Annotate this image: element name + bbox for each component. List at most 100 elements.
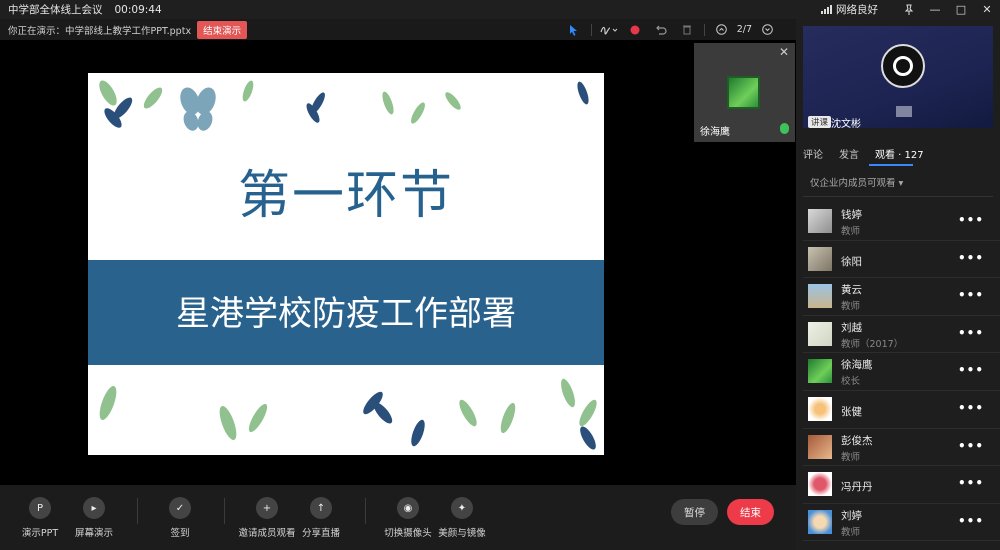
list-item[interactable]: 徐阳 ••• <box>803 241 1000 279</box>
page-indicator: 2/7 <box>736 24 752 35</box>
beauty-mirror-label: 美颜与镜像 <box>438 528 486 539</box>
avatar <box>808 284 832 309</box>
avatar <box>808 321 832 346</box>
member-name: 刘婷 <box>841 509 862 522</box>
check-icon: ✓ <box>169 497 191 519</box>
avatar <box>808 246 832 271</box>
speaker-name: 徐海鹰 <box>700 127 730 138</box>
ppt-icon: P <box>29 497 51 519</box>
list-item[interactable]: 冯丹丹 ••• <box>803 466 1000 504</box>
check-in-label: 签到 <box>170 528 190 539</box>
divider <box>803 196 993 197</box>
sparkle-icon: ✦ <box>451 497 473 519</box>
tab-comments[interactable]: 评论 <box>803 146 823 161</box>
list-item[interactable]: 刘越 教师（2017） ••• <box>803 316 1000 354</box>
more-options-button[interactable]: ••• <box>958 326 984 340</box>
prev-page-icon[interactable] <box>709 19 735 40</box>
list-item[interactable]: 黄云 教师 ••• <box>803 278 1000 316</box>
toolbar-separator <box>224 498 225 524</box>
slide-heading: 第一环节 <box>237 166 454 226</box>
more-options-button[interactable]: ••• <box>958 439 984 453</box>
meeting-window: 中学部全体线上会议 00:09:44 网络良好 — □ ✕ 你正在演示：中学部线… <box>0 0 1000 550</box>
member-role: 校长 <box>841 376 861 388</box>
panel-tabs: 评论 发言 观看 · 127 <box>803 146 940 161</box>
list-item[interactable]: 刘婷 教师 ••• <box>803 504 1000 542</box>
member-role: 教师 <box>841 301 861 313</box>
member-role: 教师（2017） <box>841 338 904 350</box>
close-window-button[interactable]: ✕ <box>974 0 1000 19</box>
toolbar-separator <box>365 498 366 524</box>
avatar <box>808 434 832 459</box>
minimize-button[interactable]: — <box>922 0 948 19</box>
active-tab-indicator <box>869 164 913 166</box>
share-live-button[interactable]: ↑ 分享直播 <box>286 497 356 539</box>
more-options-button[interactable]: ••• <box>958 213 984 227</box>
pointer-icon[interactable] <box>561 19 587 40</box>
avatar <box>808 472 832 497</box>
beauty-mirror-button[interactable]: ✦ 美颜与镜像 <box>427 497 497 539</box>
speaker-avatar <box>727 76 760 109</box>
toolbar-divider <box>590 23 592 36</box>
camera-off-icon <box>896 106 912 117</box>
screen-share-label: 屏幕演示 <box>74 528 113 539</box>
share-live-label: 分享直播 <box>301 528 340 539</box>
more-options-button[interactable]: ••• <box>958 288 984 302</box>
speaker-thumbnail[interactable]: ✕ 徐海鹰 <box>694 43 795 142</box>
maximize-button[interactable]: □ <box>948 0 974 19</box>
member-name: 刘越 <box>841 321 862 334</box>
switch-camera-label: 切换摄像头 <box>384 528 432 539</box>
more-options-button[interactable]: ••• <box>958 476 984 490</box>
tab-viewers[interactable]: 观看 · 127 <box>875 146 924 161</box>
color-dot-icon[interactable] <box>622 19 648 40</box>
presentation-bar: 你正在演示：中学部线上教学工作PPT.pptx 结束演示 2/7 <box>0 19 796 40</box>
member-role: 教师 <box>841 526 861 538</box>
list-item[interactable]: 彭俊杰 教师 ••• <box>803 429 1000 467</box>
viewer-permission-dropdown[interactable]: 仅企业内成员可观看 ▾ <box>810 175 903 189</box>
avatar <box>808 509 832 534</box>
presentation-slide: 第一环节 星港学校防疫工作部署 <box>88 73 604 455</box>
pin-icon[interactable] <box>896 0 922 19</box>
list-item[interactable]: 张健 ••• <box>803 391 1000 429</box>
trash-icon[interactable] <box>674 19 700 40</box>
more-options-button[interactable]: ••• <box>958 363 984 377</box>
member-name: 黄云 <box>841 284 862 297</box>
check-in-button[interactable]: ✓ 签到 <box>145 497 215 539</box>
more-options-button[interactable]: ••• <box>958 401 984 415</box>
end-button[interactable]: 结束 <box>727 499 774 525</box>
tab-speak[interactable]: 发言 <box>839 146 859 161</box>
member-name: 冯丹丹 <box>841 481 873 494</box>
network-status: 网络良好 <box>821 2 878 17</box>
share-icon: ↑ <box>310 497 332 519</box>
pause-button[interactable]: 暂停 <box>671 499 718 525</box>
pen-icon[interactable] <box>596 19 622 40</box>
screen-share-icon: ▸ <box>83 497 105 519</box>
toolbar-divider-2 <box>703 23 705 36</box>
signal-icon <box>821 5 832 14</box>
meeting-title: 中学部全体线上会议 <box>8 4 103 16</box>
role-tag: 讲课 <box>808 116 832 128</box>
close-icon[interactable]: ✕ <box>779 45 789 59</box>
obs-logo-icon <box>881 44 925 88</box>
screen-share-button[interactable]: ▸ 屏幕演示 <box>59 497 129 539</box>
more-options-button[interactable]: ••• <box>958 514 984 528</box>
list-item[interactable]: 钱婷 教师 ••• <box>803 203 1000 241</box>
avatar <box>808 209 832 233</box>
member-name: 徐海鹰 <box>841 359 873 372</box>
camera-icon: ◉ <box>397 497 419 519</box>
list-item[interactable]: 徐海鹰 校长 ••• <box>803 353 1000 391</box>
undo-icon[interactable] <box>648 19 674 40</box>
window-controls: 网络良好 — □ ✕ <box>821 0 1000 19</box>
member-name: 钱婷 <box>841 209 862 221</box>
host-name: 沈文彬 <box>831 119 861 128</box>
end-presentation-button[interactable]: 结束演示 <box>197 20 248 39</box>
more-options-button[interactable]: ••• <box>958 251 984 265</box>
right-panel: 讲课 沈文彬 评论 发言 观看 · 127 仅企业内成员可观看 ▾ 钱婷 教师 … <box>796 19 1000 550</box>
present-ppt-label: 演示PPT <box>21 528 59 539</box>
host-video[interactable]: 讲课 沈文彬 <box>803 26 993 128</box>
member-list: 钱婷 教师 ••• 徐阳 ••• 黄云 教师 ••• 刘越 教师（2017） •… <box>803 203 1000 542</box>
avatar <box>808 359 832 384</box>
title-bar: 中学部全体线上会议 00:09:44 网络良好 — □ ✕ <box>0 0 1000 19</box>
member-role: 教师 <box>841 451 861 463</box>
next-page-icon[interactable] <box>754 19 780 40</box>
member-name: 徐阳 <box>841 255 862 268</box>
